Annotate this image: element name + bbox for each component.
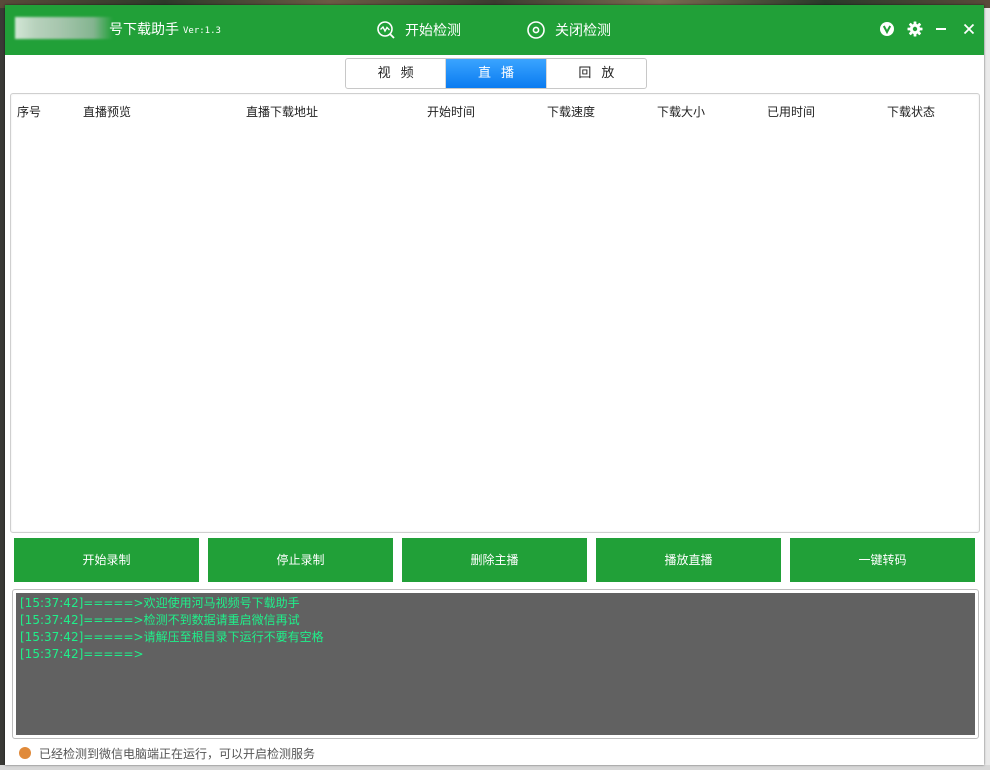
status-indicator-dot — [19, 747, 31, 759]
app-title: 号下载助手 — [109, 22, 179, 38]
play-live-button[interactable]: 播放直播 — [596, 538, 781, 582]
tab-live[interactable]: 直播 — [445, 59, 546, 88]
column-header-index: 序号 — [17, 105, 42, 119]
stop-record-button[interactable]: 停止录制 — [208, 538, 393, 582]
start-detect-button[interactable]: 开始检测 — [377, 19, 461, 41]
tab-bar: 视频 直播 回放 — [345, 58, 647, 89]
column-header-start: 开始时间 — [427, 105, 476, 119]
column-header-preview: 直播预览 — [83, 105, 132, 119]
stop-detect-label: 关闭检测 — [555, 23, 611, 39]
log-line: [15:37:42]=====>欢迎使用河马视频号下载助手 — [20, 596, 300, 610]
log-line: [15:37:42]=====>检测不到数据请重启微信再试 — [20, 613, 300, 627]
log-line: [15:37:42]=====> — [20, 647, 144, 661]
status-bar: 已经检测到微信电脑端正在运行，可以开启检测服务 — [19, 744, 315, 762]
stop-circle-icon — [527, 21, 545, 39]
app-logo — [15, 17, 113, 39]
minimize-icon[interactable] — [931, 19, 951, 39]
detect-wave-icon — [377, 21, 395, 39]
log-line: [15:37:42]=====>请解压至根目录下运行不要有空格 — [20, 630, 324, 644]
convert-button[interactable]: 一键转码 — [790, 538, 975, 582]
live-table[interactable]: 序号 直播预览 直播下载地址 开始时间 下载速度 下载大小 已用时间 下载状态 — [10, 93, 980, 533]
start-record-button[interactable]: 开始录制 — [14, 538, 199, 582]
log-output[interactable]: [15:37:42]=====>欢迎使用河马视频号下载助手 [15:37:42]… — [16, 593, 975, 735]
v-badge-icon[interactable] — [877, 19, 897, 39]
table-header: 序号 直播预览 直播下载地址 开始时间 下载速度 下载大小 已用时间 下载状态 — [11, 94, 979, 128]
tab-video[interactable]: 视频 — [346, 59, 445, 88]
desktop-background-bottom — [0, 765, 990, 770]
column-header-size: 下载大小 — [657, 105, 706, 119]
stop-detect-button[interactable]: 关闭检测 — [527, 19, 611, 41]
gear-icon[interactable] — [905, 19, 925, 39]
tab-replay[interactable]: 回放 — [545, 59, 646, 88]
column-header-elapsed: 已用时间 — [767, 105, 816, 119]
start-detect-label: 开始检测 — [405, 23, 461, 39]
action-buttons: 开始录制 停止录制 删除主播 播放直播 一键转码 — [14, 538, 976, 582]
column-header-status: 下载状态 — [887, 105, 936, 119]
title-bar[interactable]: 号下载助手 Ver:1.3 开始检测 关闭检测 — [5, 5, 984, 55]
status-text: 已经检测到微信电脑端正在运行，可以开启检测服务 — [39, 746, 316, 761]
column-header-speed: 下载速度 — [547, 105, 596, 119]
delete-host-button[interactable]: 删除主播 — [402, 538, 587, 582]
column-header-url: 直播下载地址 — [246, 105, 319, 119]
log-panel: [15:37:42]=====>欢迎使用河马视频号下载助手 [15:37:42]… — [12, 589, 979, 739]
close-icon[interactable] — [959, 19, 979, 39]
app-window: 号下载助手 Ver:1.3 开始检测 关闭检测 视频 直播 回放 序号 直播预览… — [5, 5, 984, 765]
app-version: Ver:1.3 — [183, 26, 221, 36]
desktop-background-right — [984, 8, 990, 770]
